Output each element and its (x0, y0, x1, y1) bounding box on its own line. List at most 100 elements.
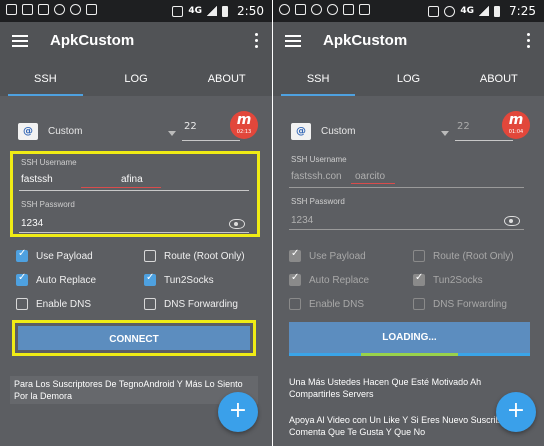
tab-ssh[interactable]: SSH (273, 62, 363, 96)
option-dns-forwarding[interactable]: DNS Forwarding (144, 298, 238, 310)
checkbox-icon[interactable] (16, 298, 28, 310)
option-label: Route (Root Only) (164, 250, 245, 262)
overflow-menu-icon[interactable] (255, 33, 258, 49)
facebook-icon (38, 4, 49, 15)
connect-highlight: CONNECT (12, 320, 256, 356)
options-grid: Use Payload Route (Root Only) Auto Repla… (289, 248, 534, 318)
network-type: 4G (460, 6, 475, 16)
cast-icon (172, 5, 184, 17)
progress-bar (289, 353, 530, 356)
m-logo-icon: m (508, 112, 524, 128)
option-tun2socks[interactable]: Tun2Socks (144, 272, 214, 286)
option-tun2socks[interactable]: Tun2Socks (413, 272, 483, 286)
status-bar: 4G 7:25 (273, 0, 544, 22)
app-title: ApkCustom (50, 32, 135, 49)
app-title: ApkCustom (323, 32, 408, 49)
timer-value: 01:04 (508, 129, 524, 135)
option-label: Tun2Socks (433, 274, 483, 286)
ssh-panel: @ Custom 22 m 01:04 SSH Username fastssh… (273, 96, 544, 446)
gallery-icon (343, 4, 354, 15)
checkbox-icon[interactable] (144, 298, 156, 310)
checkbox-icon[interactable] (289, 298, 301, 310)
option-label: Auto Replace (36, 274, 97, 286)
signal-icon (479, 6, 490, 16)
option-label: Route (Root Only) (433, 250, 514, 262)
tab-about[interactable]: ABOUT (181, 62, 272, 96)
app-notification-icon (6, 4, 17, 15)
timer-badge[interactable]: m 01:04 (502, 111, 530, 139)
username-label: SSH Username (21, 158, 77, 167)
app-notification-icon (359, 4, 370, 15)
server-type-icon: @ (291, 123, 311, 140)
facebook-icon (295, 4, 306, 15)
checkbox-checked-icon[interactable] (144, 272, 156, 286)
checkbox-checked-icon[interactable] (413, 272, 425, 286)
option-use-payload[interactable]: Use Payload (289, 248, 366, 262)
option-dns-forwarding[interactable]: DNS Forwarding (413, 298, 507, 310)
option-label: Use Payload (309, 250, 366, 262)
connect-button[interactable]: CONNECT (18, 326, 250, 350)
hamburger-menu-icon[interactable] (285, 35, 301, 47)
options-grid: Use Payload Route (Root Only) Auto Repla… (16, 248, 262, 318)
tab-ssh[interactable]: SSH (0, 62, 91, 96)
option-auto-replace[interactable]: Auto Replace (289, 272, 370, 286)
whatsapp-icon (54, 4, 65, 15)
messenger-icon (279, 4, 290, 15)
option-use-payload[interactable]: Use Payload (16, 248, 93, 262)
network-type: 4G (188, 6, 203, 16)
option-label: Enable DNS (309, 298, 365, 310)
password-input[interactable]: 1234 (21, 218, 43, 229)
username-input[interactable]: fastssh (21, 174, 53, 185)
tab-bar: SSH LOG ABOUT (273, 62, 544, 96)
option-enable-dns[interactable]: Enable DNS (16, 298, 91, 310)
facebook-icon (22, 4, 33, 15)
eye-icon[interactable] (504, 216, 520, 226)
password-input[interactable]: 1234 (291, 215, 313, 226)
chevron-down-icon[interactable] (168, 131, 176, 136)
server-row: @ Custom 22 m 01:04 (289, 111, 530, 143)
option-route-root[interactable]: Route (Root Only) (413, 250, 514, 262)
chevron-down-icon[interactable] (441, 131, 449, 136)
messenger-icon (70, 4, 81, 15)
tab-log[interactable]: LOG (363, 62, 453, 96)
option-label: Auto Replace (309, 274, 370, 286)
option-label: Tun2Socks (164, 274, 214, 286)
notification-icons (6, 4, 97, 15)
server-select[interactable]: Custom (48, 126, 82, 137)
timer-badge[interactable]: m 02:13 (230, 111, 258, 139)
tab-log[interactable]: LOG (91, 62, 182, 96)
cloud-icon (327, 4, 338, 15)
app-bar: ApkCustom (0, 22, 272, 62)
overflow-menu-icon[interactable] (527, 33, 530, 49)
option-auto-replace[interactable]: Auto Replace (16, 272, 97, 286)
checkbox-checked-icon[interactable] (289, 248, 301, 262)
checkbox-icon[interactable] (144, 250, 156, 262)
checkbox-checked-icon[interactable] (16, 272, 28, 286)
eye-icon[interactable] (229, 219, 245, 229)
credentials-box: SSH Username fastssh afina SSH Password … (10, 151, 260, 237)
signal-icon (207, 6, 218, 16)
option-route-root[interactable]: Route (Root Only) (144, 250, 245, 262)
username-underline (289, 187, 524, 188)
tab-bar: SSH LOG ABOUT (0, 62, 272, 96)
checkbox-icon[interactable] (413, 298, 425, 310)
option-label: Enable DNS (36, 298, 92, 310)
checkbox-icon[interactable] (413, 250, 425, 262)
checkbox-checked-icon[interactable] (289, 272, 301, 286)
username-label: SSH Username (291, 155, 347, 164)
option-label: Use Payload (36, 250, 93, 262)
add-fab-button[interactable]: + (218, 392, 258, 432)
timer-value: 02:13 (236, 129, 252, 135)
message-line-1: Una Más Ustedes Hacen Que Esté Motivado … (289, 377, 482, 399)
tab-about[interactable]: ABOUT (454, 62, 544, 96)
username-input[interactable]: fastssh.con (291, 171, 342, 182)
add-fab-button[interactable]: + (496, 392, 536, 432)
option-enable-dns[interactable]: Enable DNS (289, 298, 364, 310)
loading-button[interactable]: LOADING... (289, 322, 530, 356)
username-suffix: afina (121, 174, 143, 185)
hamburger-menu-icon[interactable] (12, 35, 28, 47)
server-select[interactable]: Custom (321, 126, 355, 137)
spellcheck-underline (351, 183, 395, 184)
whatsapp-icon (311, 4, 322, 15)
checkbox-checked-icon[interactable] (16, 248, 28, 262)
